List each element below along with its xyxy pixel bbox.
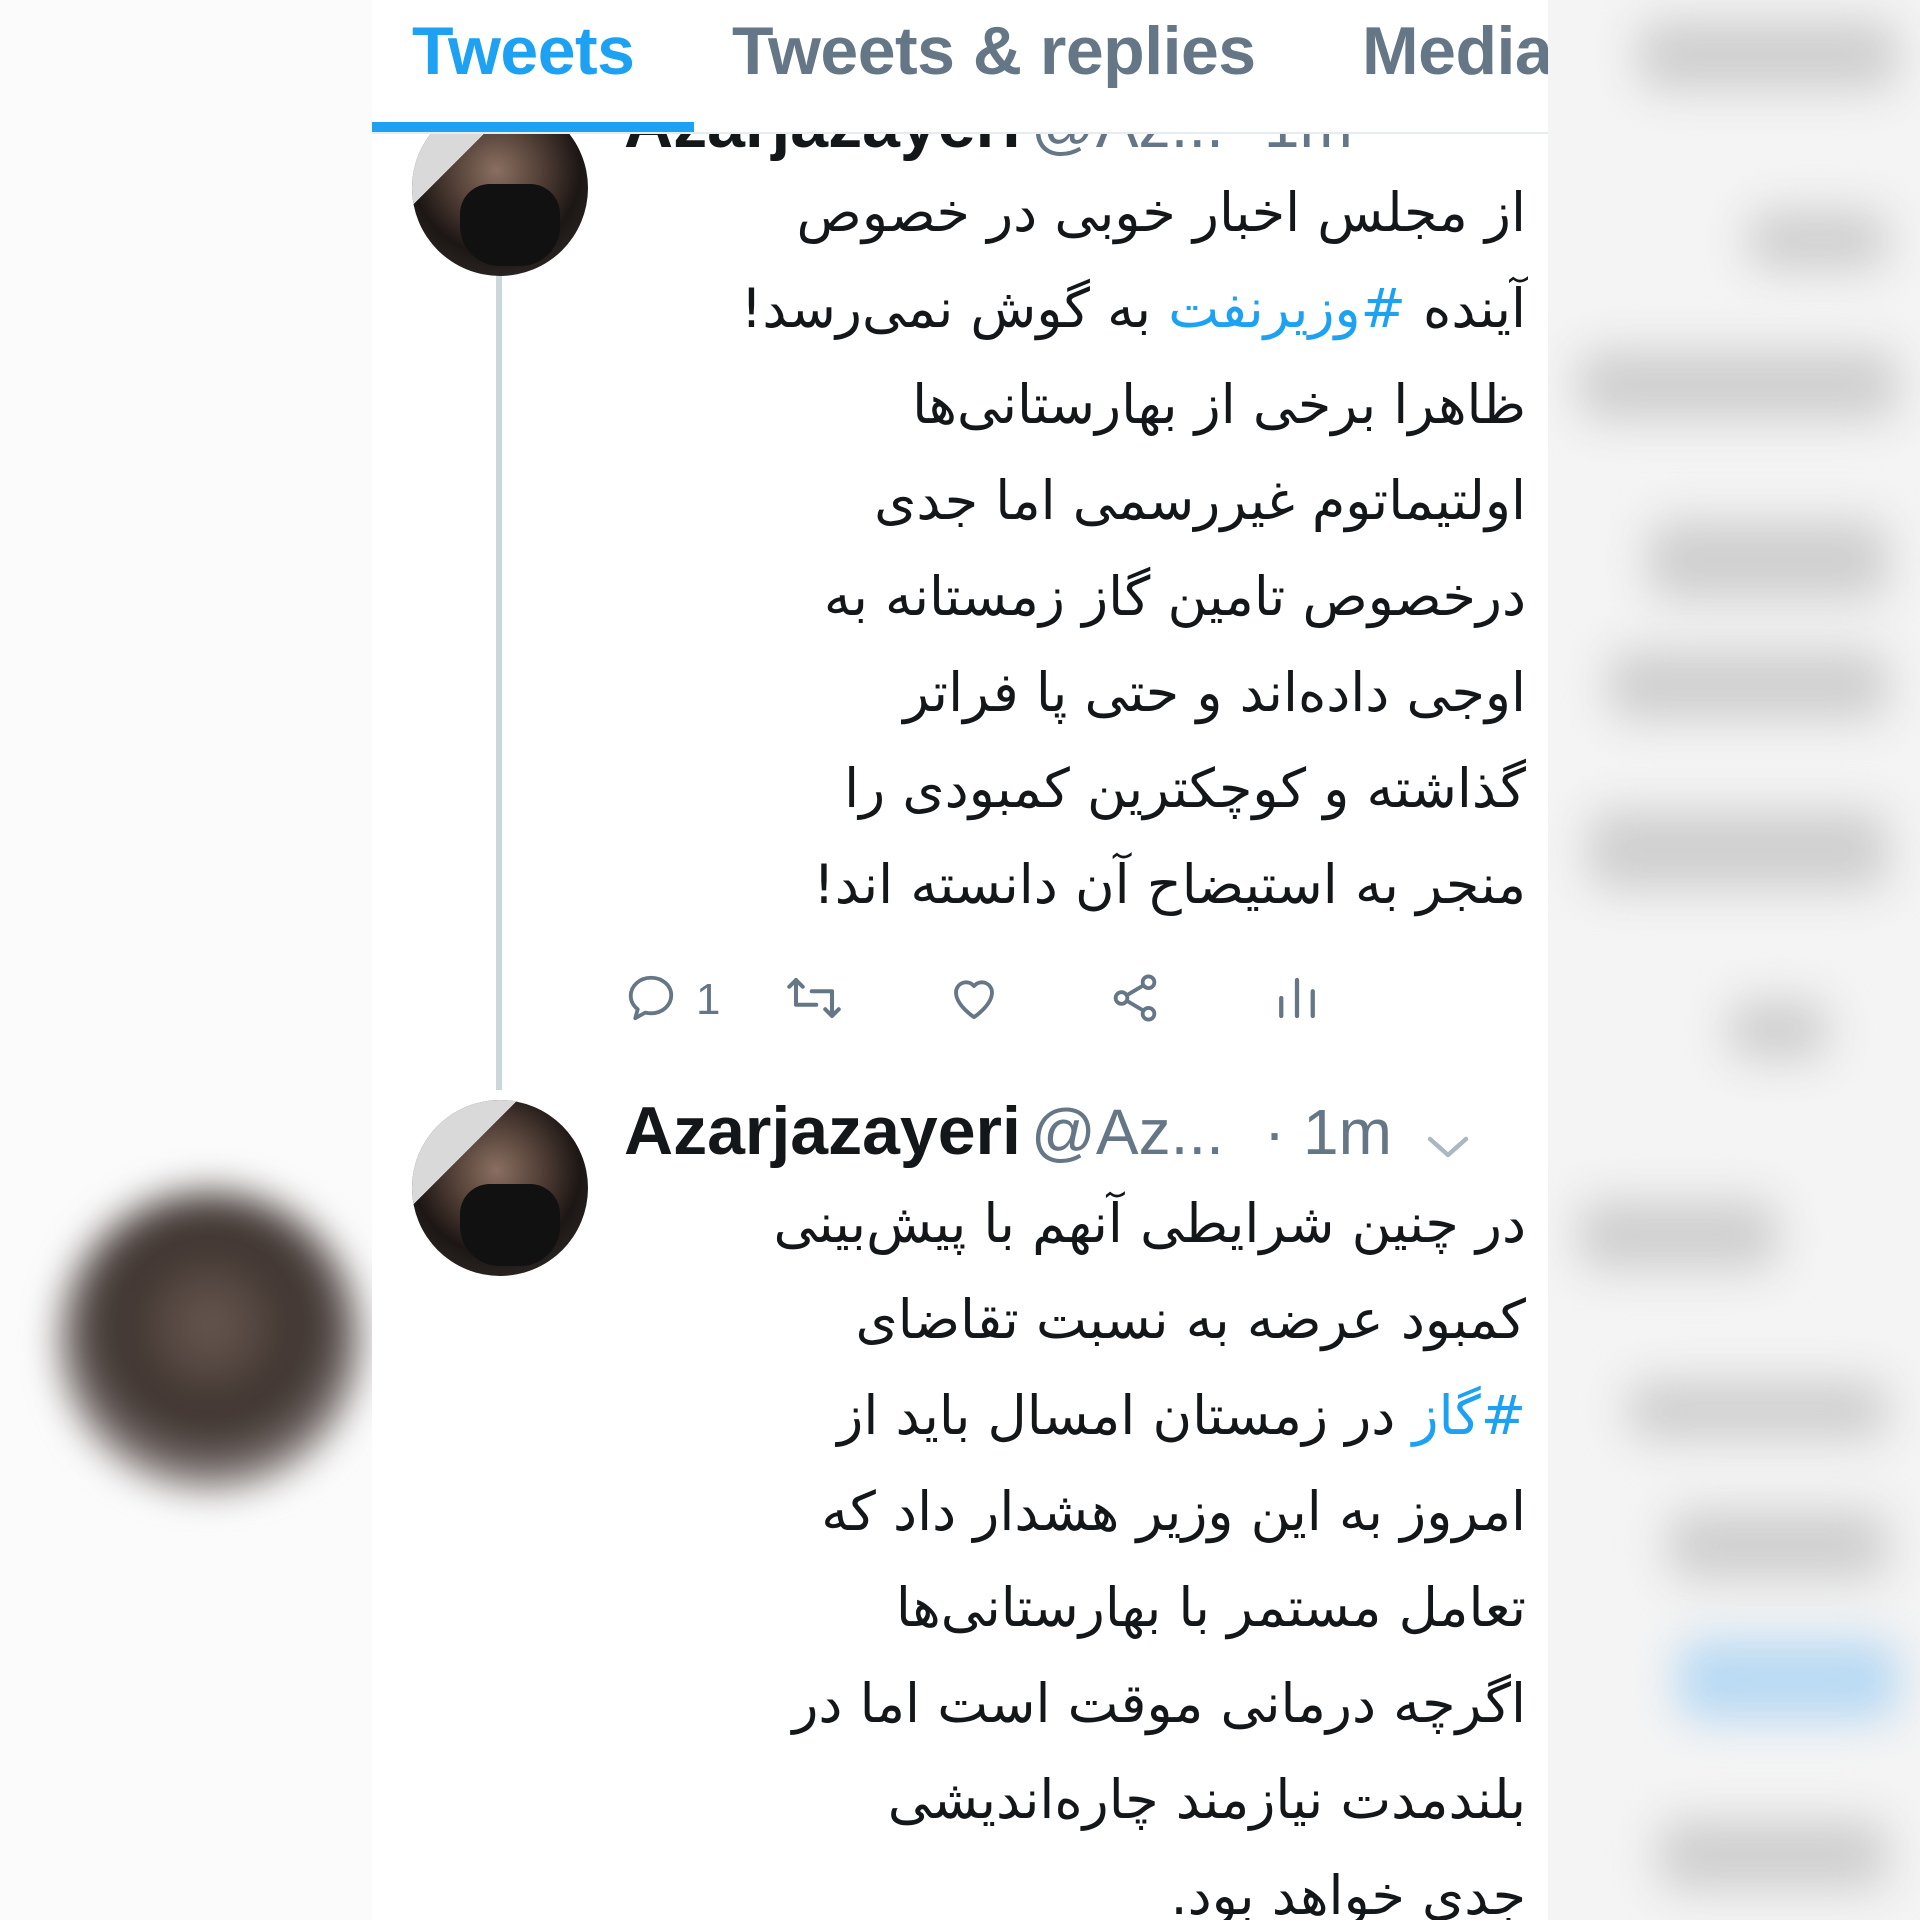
tweet-line: آینده #وزیرنفت به گوش نمی‌رسد! bbox=[741, 261, 1526, 357]
tweet-line: امروز به این وزیر هشدار داد که bbox=[821, 1480, 1526, 1543]
timeline-column: Tweets Tweets & replies Media Azarjazaye… bbox=[372, 0, 1548, 1920]
tweet-line: کمبود عرضه به نسبت تقاضای bbox=[855, 1288, 1526, 1351]
tweet-line: درخصوص تامین گاز زمستانه به bbox=[823, 565, 1526, 628]
retweet-button[interactable] bbox=[784, 960, 844, 1040]
tweet-line: جدی خواهد بود. bbox=[1170, 1864, 1526, 1920]
share-button[interactable] bbox=[1108, 960, 1162, 1040]
tweet-line-part: آینده bbox=[1405, 277, 1526, 340]
tweet-header: Azarjazayeri @Az... · 1m bbox=[624, 1092, 1470, 1170]
tweet-text: در چنین شرایطی آنهم با پیش‌بینی کمبود عر… bbox=[773, 1176, 1526, 1920]
tab-tweets-and-replies[interactable]: Tweets & replies bbox=[732, 12, 1256, 90]
reply-icon bbox=[624, 971, 678, 1029]
tweet-line: ظاهرا برخی از بهارستانی‌ها bbox=[912, 373, 1526, 436]
tweet-line: #گاز در زمستان امسال باید از bbox=[773, 1368, 1526, 1464]
tweet-text: از مجلس اخبار خوبی در خصوص آینده #وزیرنف… bbox=[741, 165, 1526, 933]
tweet-line: در چنین شرایطی آنهم با پیش‌بینی bbox=[773, 1192, 1526, 1255]
reply-count: 1 bbox=[696, 975, 721, 1024]
analytics-button[interactable] bbox=[1270, 960, 1324, 1040]
tweet-actions: 1 bbox=[624, 960, 1524, 1040]
avatar[interactable] bbox=[412, 1100, 588, 1276]
tweet-line: بلندمدت نیازمند چاره‌اندیشی bbox=[887, 1768, 1526, 1831]
tweet-line-part: در زمستان امسال باید از bbox=[837, 1384, 1413, 1447]
display-name[interactable]: Azarjazayeri bbox=[624, 1093, 1021, 1169]
reply-button[interactable]: 1 bbox=[624, 960, 720, 1040]
share-icon bbox=[1108, 971, 1162, 1029]
tweet-line: اوجی داده‌اند و حتی پا فراتر bbox=[903, 661, 1526, 724]
hashtag-link[interactable]: #گاز bbox=[1413, 1384, 1526, 1447]
tweet-line: از مجلس اخبار خوبی در خصوص bbox=[796, 181, 1526, 244]
heart-icon bbox=[946, 971, 1002, 1029]
blurred-background-left bbox=[0, 0, 372, 1920]
tab-tweets[interactable]: Tweets bbox=[412, 12, 635, 90]
tweet-line-part: به گوش نمی‌رسد! bbox=[740, 277, 1169, 340]
tweet-line: منجر به استیضاح آن دانسته اند! bbox=[813, 853, 1526, 916]
blurred-background-right bbox=[1548, 0, 1920, 1920]
analytics-icon bbox=[1270, 971, 1324, 1029]
like-button[interactable] bbox=[946, 960, 1002, 1040]
profile-tabs: Tweets Tweets & replies Media bbox=[372, 0, 1548, 134]
tweet-timestamp[interactable]: · 1m bbox=[1264, 1096, 1392, 1168]
tweet-line: اگرچه درمانی موقت است اما در bbox=[792, 1672, 1526, 1735]
tab-media[interactable]: Media bbox=[1362, 12, 1548, 90]
hashtag-link[interactable]: #وزیرنفت bbox=[1168, 277, 1406, 340]
blurred-avatar bbox=[60, 1190, 360, 1490]
tweet-line: گذاشته و کوچکترین کمبودی را bbox=[844, 757, 1526, 820]
tweet-line: اولتیماتوم غیررسمی اما جدی bbox=[874, 469, 1526, 532]
chevron-down-icon[interactable] bbox=[1426, 1132, 1470, 1167]
retweet-icon bbox=[784, 971, 844, 1029]
user-handle[interactable]: @Az... bbox=[1031, 1096, 1224, 1168]
tweet-line: تعامل مستمر با بهارستانی‌ها bbox=[895, 1576, 1526, 1639]
active-tab-indicator bbox=[372, 122, 694, 132]
thread-connector-line bbox=[496, 270, 502, 1090]
